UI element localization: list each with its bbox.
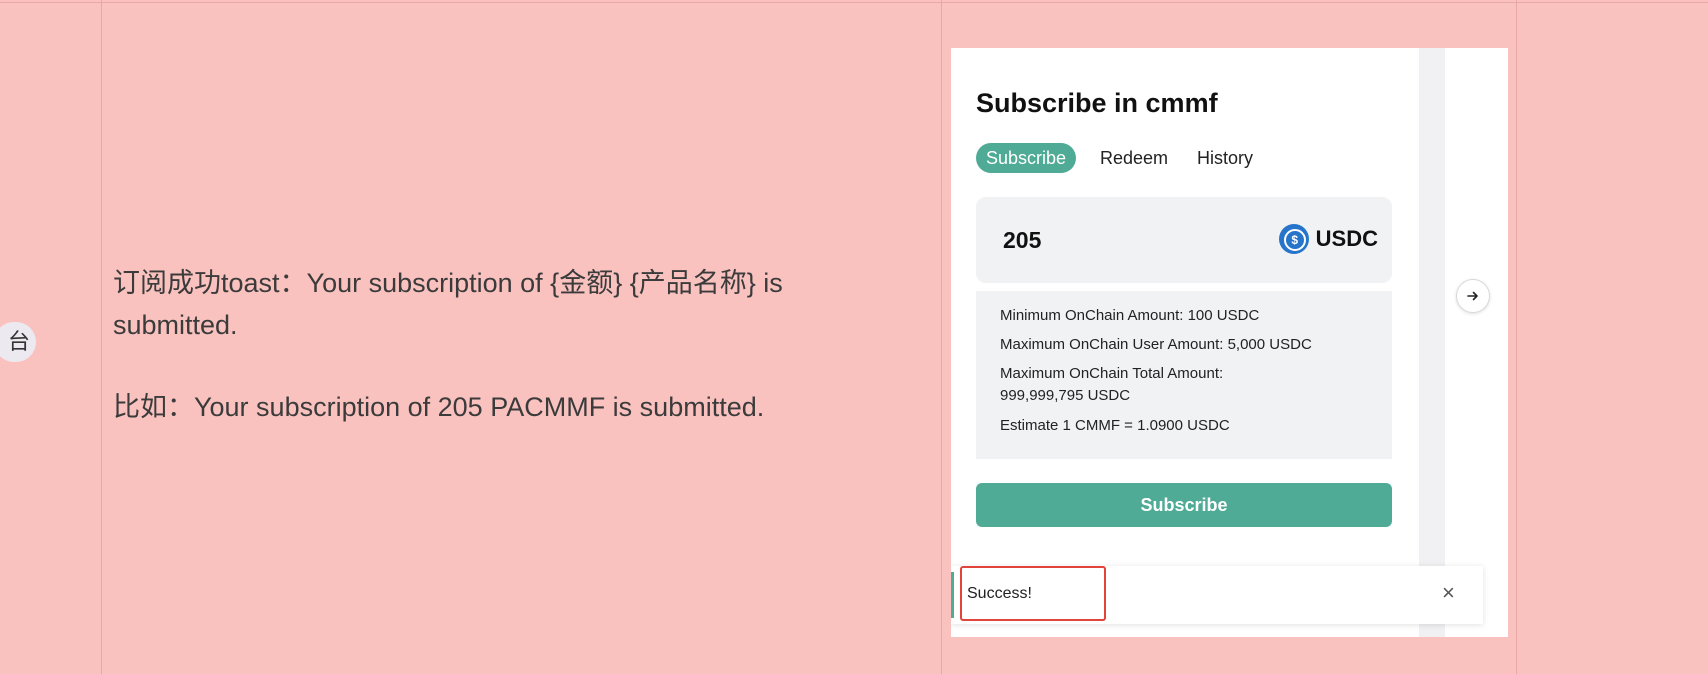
column-divider [101, 0, 102, 674]
subscribe-widget-screenshot: Subscribe in cmmf Subscribe Redeem Histo… [951, 48, 1508, 637]
side-area [1445, 48, 1508, 637]
amount-value[interactable]: 205 [1003, 227, 1041, 254]
token-label: USDC [1315, 226, 1378, 251]
info-max-user-amount: Maximum OnChain User Amount: 5,000 USDC [1000, 336, 1312, 353]
table-top-border [0, 2, 1708, 3]
subscribe-panel: Subscribe in cmmf Subscribe Redeem Histo… [951, 48, 1419, 637]
token-selector: $ USDC [1278, 223, 1378, 255]
column-divider [1516, 0, 1517, 674]
description-example: 比如：Your subscription of 205 PACMMF is su… [113, 392, 765, 422]
info-max-total-value: 999,999,795 USDC [1000, 387, 1131, 404]
description-line: 订阅成功toast：Your subscription of {金额} {产品名… [113, 268, 783, 340]
tab-subscribe[interactable]: Subscribe [976, 143, 1077, 173]
panel-divider-strip [1419, 48, 1445, 637]
description-cell: 订阅成功toast：Your subscription of {金额} {产品名… [113, 262, 913, 428]
close-icon[interactable]: × [1442, 582, 1455, 604]
amount-input[interactable]: 205 $ USDC [976, 197, 1392, 283]
tab-redeem[interactable]: Redeem [1100, 143, 1168, 173]
highlight-box [960, 566, 1106, 621]
toast-accent-bar [951, 572, 954, 618]
info-min-amount: Minimum OnChain Amount: 100 USDC [1000, 307, 1260, 324]
next-button[interactable] [1456, 279, 1490, 313]
info-max-total-label: Maximum OnChain Total Amount: [1000, 365, 1224, 382]
info-estimate: Estimate 1 CMMF = 1.0900 USDC [1000, 417, 1230, 434]
limits-info: Minimum OnChain Amount: 100 USDC Maximum… [976, 291, 1392, 459]
side-badge[interactable]: 台 [0, 322, 36, 362]
widget-title: Subscribe in cmmf [976, 88, 1218, 118]
usdc-coin-icon: $ [1278, 224, 1309, 254]
arrow-right-icon [1467, 291, 1478, 301]
column-divider [941, 0, 942, 674]
subscribe-button[interactable]: Subscribe [976, 483, 1392, 527]
tab-history[interactable]: History [1197, 143, 1253, 173]
